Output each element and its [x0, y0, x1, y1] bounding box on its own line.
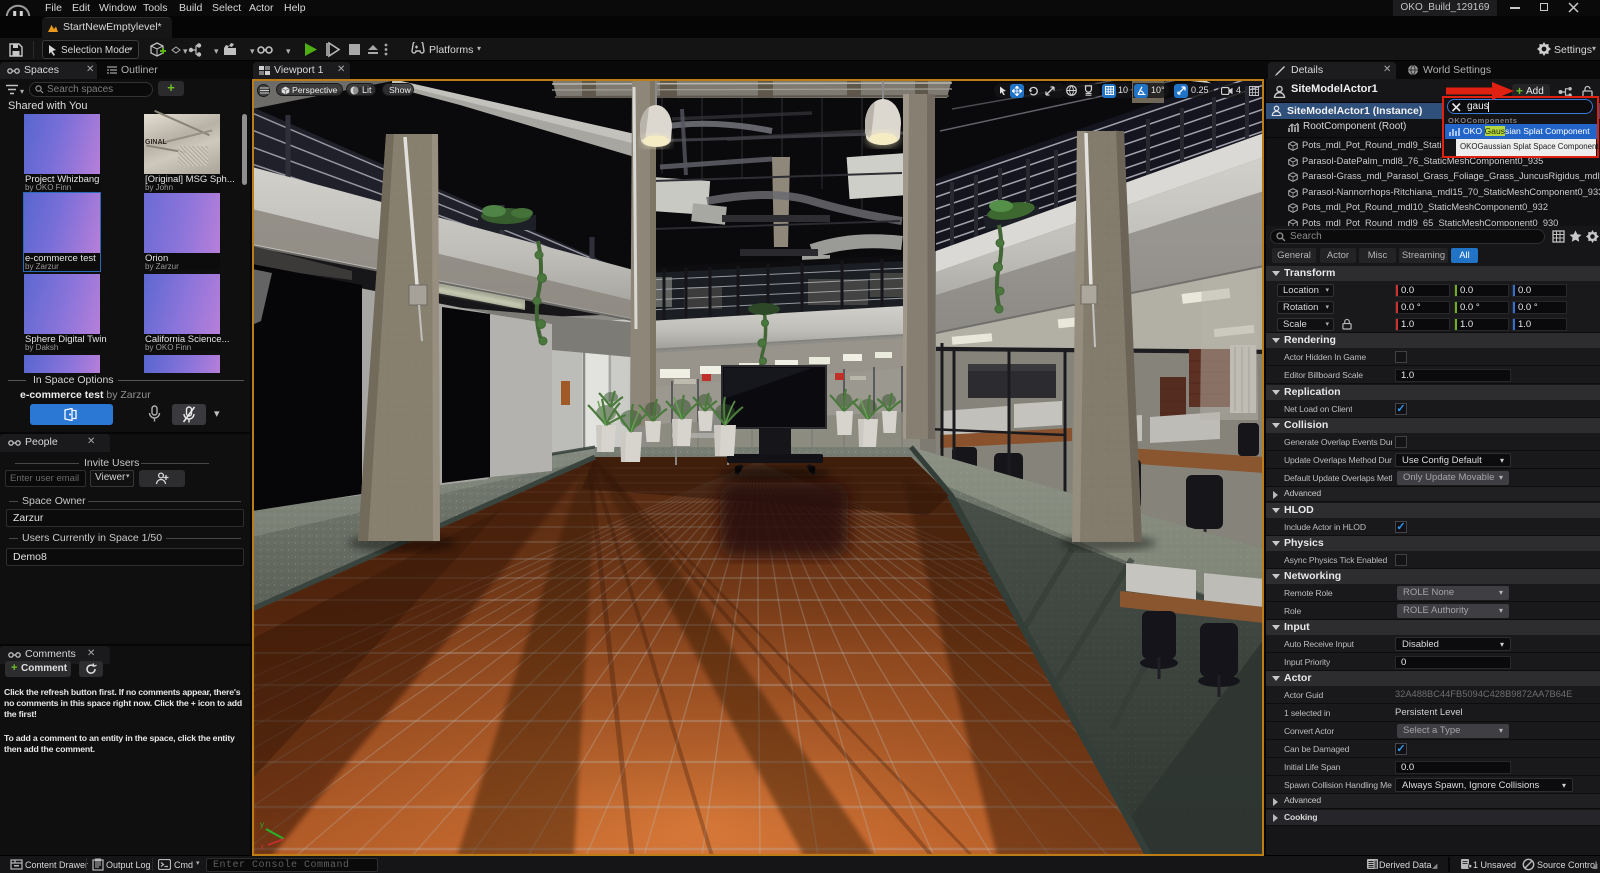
svg-text:y: y [260, 820, 264, 829]
svg-text:▾: ▾ [214, 46, 219, 56]
svg-text:▾: ▾ [250, 46, 255, 56]
svg-text:▾: ▾ [20, 87, 24, 96]
svg-text:▾: ▾ [286, 46, 291, 56]
svg-text:x: x [260, 842, 264, 849]
